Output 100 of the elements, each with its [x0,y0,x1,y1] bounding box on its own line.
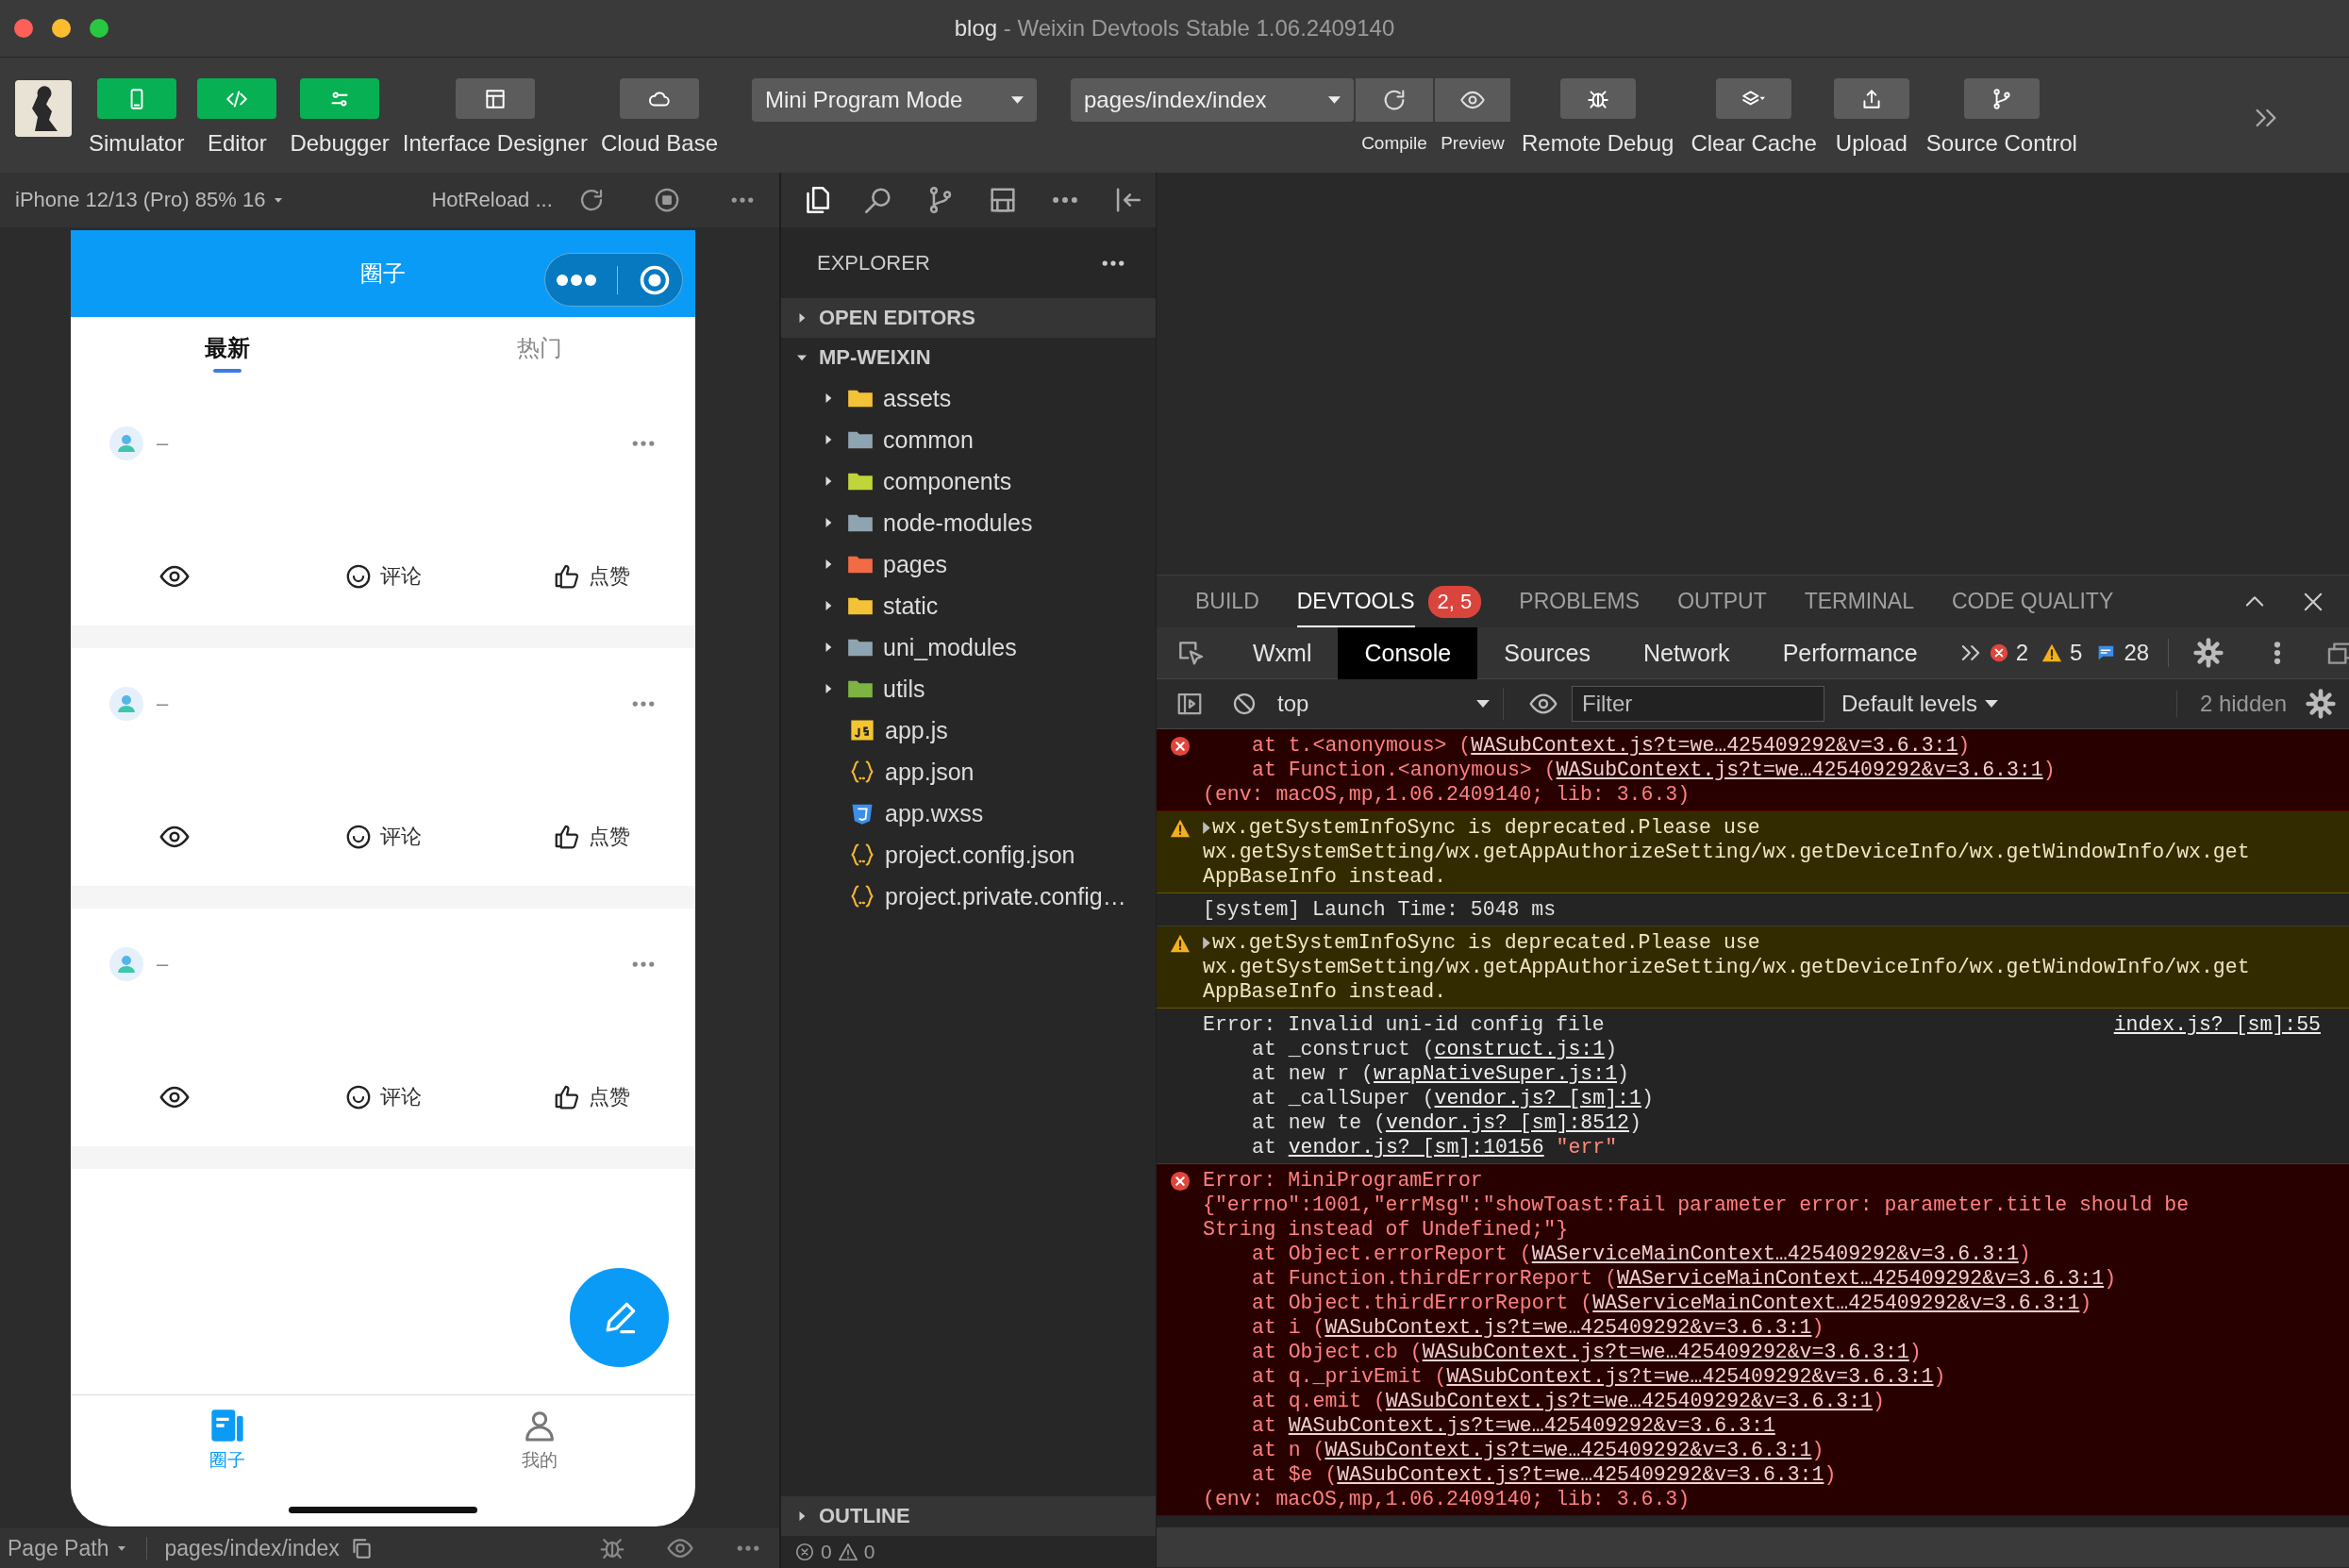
tab[interactable]: 最新 [71,332,383,373]
panel-tab[interactable]: OUTPUT [1677,575,1767,628]
source-link[interactable]: WASubContext.js?t=we…425409292&v=3.6.3:1 [1556,759,2043,781]
source-link[interactable]: index.js? [sm]:55 [2113,1012,2321,1037]
devtools-tab[interactable]: Network [1616,626,1757,679]
source-link[interactable]: vendor.js? [sm]:8512 [1385,1111,1629,1134]
panel-tab[interactable]: PROBLEMS [1519,575,1641,628]
tab[interactable]: 热门 [383,332,695,373]
more-icon[interactable] [555,273,597,287]
error-count[interactable]: 2 [2015,640,2029,666]
view-toggle[interactable] [197,78,277,119]
tab-bar-item[interactable]: 我的 [383,1407,695,1526]
source-link[interactable]: WASubContext.js?t=we…425409292&v=3.6.3:1 [1471,734,1958,757]
log-message: [system] Launch Time: 5048 ms [1203,897,1557,922]
source-link[interactable]: wrapNativeSuper.js:1 [1374,1062,1618,1085]
source-link[interactable]: WASubContext.js?t=we…425409292&v=3.6.3:1 [1337,1463,1824,1486]
source-link[interactable]: WASubContext.js?t=we…425409292&v=3.6.3:1 [1385,1390,1874,1412]
section-header[interactable]: OUTLINE [781,1496,1156,1536]
message-count[interactable]: 28 [2124,640,2150,666]
log-message: {"errno":1001,"errMsg":"showToast:fail parameter error: parameter.title should be [1203,1193,2190,1217]
author-name: – [157,692,169,716]
page-dropdown[interactable]: pages/index/index [1071,78,1354,122]
devtools-tab[interactable]: Console [1338,626,1478,679]
folder-item[interactable]: assets [781,377,1156,419]
source-link[interactable]: WASubContext.js?t=we…425409292&v=3.6.3:1 [1422,1341,1909,1363]
source-link[interactable]: WASubContext.js?t=we…425409292&v=3.6.3:1 [1288,1414,1775,1437]
smile-icon [344,562,373,591]
warning-count[interactable]: 0 [863,1541,875,1563]
toolbar-button[interactable] [1963,78,2040,119]
like-label[interactable]: 点赞 [588,1083,630,1111]
warning-icon[interactable] [837,1542,858,1562]
context-select[interactable]: top [1277,688,1504,720]
source-link[interactable]: vendor.js? [sm]:10156 [1288,1136,1544,1159]
source-link[interactable]: vendor.js? [sm]:1 [1434,1087,1641,1109]
source-link[interactable]: WASubContext.js?t=we…425409292&v=3.6.3:1 [1324,1439,1812,1461]
source-link[interactable]: WAServiceMainContext…425409292&v=3.6.3:1 [1592,1292,2080,1314]
filter-field[interactable]: Filter [1572,686,1824,722]
folder-item[interactable]: pages [781,543,1156,585]
comment-label[interactable]: 评论 [380,1083,422,1111]
avatar-icon [109,426,143,460]
error-count[interactable]: 0 [821,1541,832,1563]
file-item[interactable]: app.wxss [781,792,1156,834]
compile-button[interactable] [1356,78,1433,122]
view-toggle[interactable] [455,78,535,119]
count-badge: 2, 5 [1427,585,1482,618]
file-item[interactable]: app.json [781,751,1156,792]
settings-icon[interactable] [2306,689,2336,719]
folder-item[interactable]: node-modules [781,502,1156,543]
folder-item[interactable]: static [781,585,1156,626]
section-header[interactable]: OPEN EDITORS [781,298,1156,338]
maximize-button[interactable] [90,19,108,38]
page-path-selector[interactable]: Page Path [8,1535,130,1561]
minimize-button[interactable] [52,19,71,38]
levels-dropdown[interactable]: Default levels [1841,691,1999,717]
settings-icon[interactable] [2193,638,2224,668]
panel-tab[interactable]: CODE QUALITY [1952,575,2114,628]
file-item[interactable]: app.js [781,709,1156,751]
error-icon[interactable] [794,1542,815,1562]
section-header[interactable]: MP-WEIXIN [781,338,1156,377]
panel-tab[interactable]: TERMINAL [1804,575,1914,628]
error-icon [1169,1171,1191,1192]
expand-icon[interactable] [1203,821,1210,834]
toolbar-button[interactable] [1716,78,1792,119]
devtools-tab[interactable]: Performance [1756,626,1944,679]
capsule-menu[interactable] [544,253,683,307]
toolbar-button[interactable] [1833,78,1909,119]
devtools-tab[interactable]: Sources [1477,626,1617,679]
comment-label[interactable]: 评论 [380,562,422,591]
folder-item[interactable]: uni_modules [781,626,1156,668]
file-item[interactable]: project.private.config… [781,876,1156,917]
stack-frame: at Object.thirdErrorReport (WAServiceMainContext…425409292&v=3.6.3:1) [1203,1291,2321,1315]
device-selector[interactable]: iPhone 12/13 (Pro) 85% 16 [15,188,287,212]
expand-icon[interactable] [1203,936,1210,949]
close-button[interactable] [14,19,33,38]
folder-item[interactable]: utils [781,668,1156,709]
warning-icon[interactable] [2041,642,2063,663]
preview-button[interactable] [1435,78,1510,122]
hot-reload-label[interactable]: HotReload ... [431,188,553,212]
view-toggle[interactable] [300,78,380,119]
page-title: 圈子 [360,259,406,288]
warning-count[interactable]: 5 [2070,640,2083,666]
source-link[interactable]: WASubContext.js?t=we…425409292&v=3.6.3:1 [1324,1316,1812,1339]
panel-tab[interactable]: BUILD [1195,575,1259,628]
source-link[interactable]: WAServiceMainContext…425409292&v=3.6.3:1 [1617,1267,2105,1290]
stop-icon[interactable] [653,186,681,214]
like-label[interactable]: 点赞 [588,562,630,591]
toolbar-button[interactable] [1559,78,1636,119]
view-toggle[interactable] [96,78,176,119]
source-link[interactable]: WASubContext.js?t=we…425409292&v=3.6.3:1 [1446,1365,1934,1388]
folder-item[interactable]: components [781,460,1156,502]
view-toggle[interactable] [619,78,699,119]
folder-item[interactable]: common [781,419,1156,460]
error-icon[interactable] [1989,643,2008,662]
source-link[interactable]: WAServiceMainContext…425409292&v=3.6.3:1 [1531,1243,2019,1265]
mode-dropdown[interactable]: Mini Program Mode [752,78,1037,122]
source-link[interactable]: construct.js:1 [1434,1038,1606,1060]
like-label[interactable]: 点赞 [588,823,630,851]
comment-label[interactable]: 评论 [380,823,422,851]
file-item[interactable]: project.config.json [781,834,1156,876]
devtools-tab[interactable]: Wxml [1226,626,1339,679]
